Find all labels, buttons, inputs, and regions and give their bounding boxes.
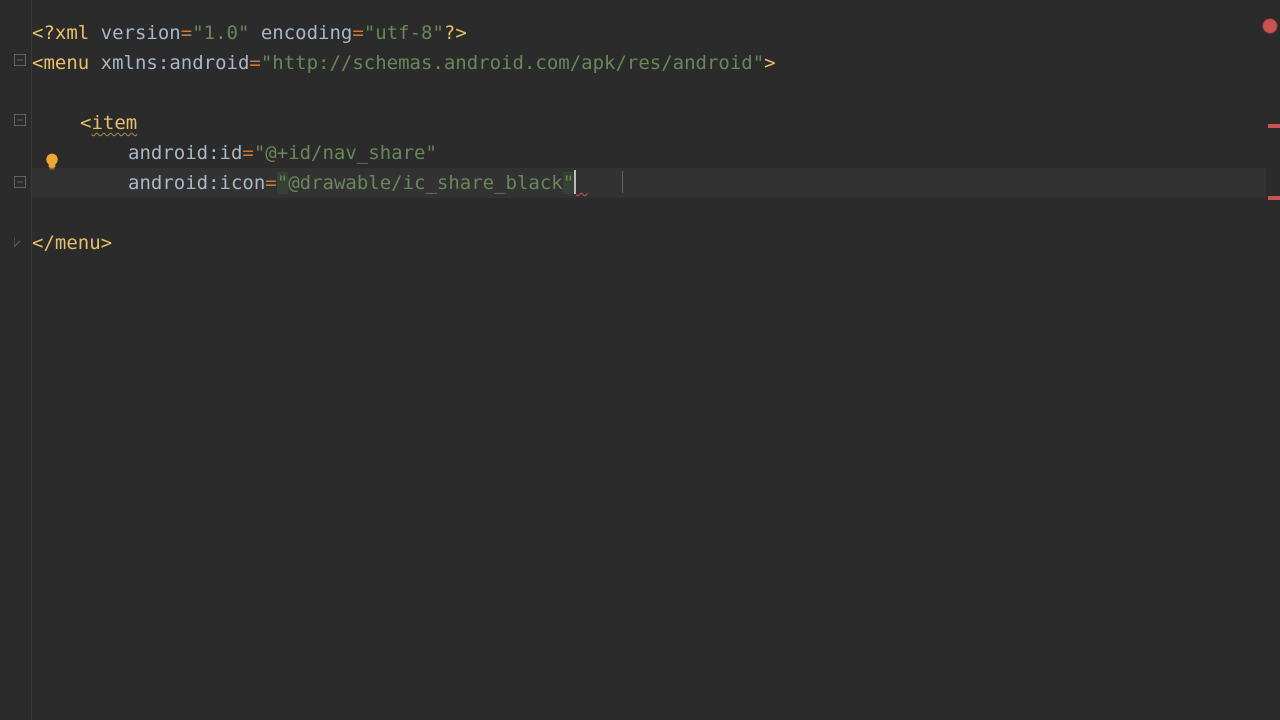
code-line[interactable]: <?xml version="1.0" encoding="utf-8"?> — [32, 18, 1280, 48]
code-line[interactable]: <item — [32, 108, 1280, 138]
equals-sign: = — [265, 172, 276, 194]
code-editor[interactable]: <?xml version="1.0" encoding="utf-8"?> <… — [0, 0, 1280, 720]
fold-icon[interactable] — [14, 176, 26, 188]
bulb-icon[interactable] — [42, 152, 60, 170]
code-line-current[interactable]: android:icon="@drawable/ic_share_black" — [32, 168, 1280, 198]
attr-name: id — [220, 142, 243, 164]
attr-name: android — [169, 52, 249, 74]
equals-sign: = — [181, 22, 192, 44]
secondary-caret — [622, 171, 623, 193]
xml-decl-close: ?> — [444, 22, 467, 44]
tag-name: item — [91, 112, 137, 134]
attr-name: version — [101, 22, 181, 44]
fold-end-icon[interactable] — [14, 237, 26, 249]
code-area[interactable]: <?xml version="1.0" encoding="utf-8"?> <… — [32, 0, 1280, 720]
attr-value: "@+id/nav_share" — [254, 142, 437, 164]
attr-namespace: android: — [128, 172, 220, 194]
tag-name: menu — [43, 52, 89, 74]
fold-icon[interactable] — [14, 114, 26, 126]
equals-sign: = — [352, 22, 363, 44]
tag-name: menu — [55, 232, 101, 254]
attr-name: icon — [220, 172, 266, 194]
tag-close: > — [764, 52, 775, 74]
attr-value: "http://schemas.android.com/apk/res/andr… — [261, 52, 764, 74]
fold-icon[interactable] — [14, 54, 26, 66]
attr-quote: " — [277, 172, 288, 194]
equals-sign: = — [249, 52, 260, 74]
attr-namespace: xmlns: — [101, 52, 170, 74]
code-line[interactable]: <menu xmlns:android="http://schemas.andr… — [32, 48, 1280, 78]
xml-decl-name: xml — [55, 22, 89, 44]
gutter — [0, 0, 32, 720]
xml-decl-open: <? — [32, 22, 55, 44]
attr-quote: " — [563, 172, 574, 194]
attr-value: "1.0" — [192, 22, 249, 44]
tag-open: < — [80, 112, 91, 134]
code-line[interactable] — [32, 78, 1280, 108]
attr-name: encoding — [261, 22, 353, 44]
marker-strip — [1266, 0, 1280, 720]
attr-value: @drawable/ic_share_black — [288, 172, 563, 194]
attr-value: "utf-8" — [364, 22, 444, 44]
error-marker[interactable] — [1268, 196, 1280, 200]
equals-sign: = — [242, 142, 253, 164]
attr-namespace: android: — [128, 142, 220, 164]
error-indicator-icon[interactable] — [1262, 18, 1278, 34]
code-line[interactable] — [32, 198, 1280, 228]
error-squiggle — [576, 172, 587, 194]
tag-open: </ — [32, 232, 55, 254]
code-line[interactable]: android:id="@+id/nav_share" — [32, 138, 1280, 168]
code-line[interactable]: </menu> — [32, 228, 1280, 258]
error-marker[interactable] — [1268, 124, 1280, 128]
tag-open: < — [32, 52, 43, 74]
tag-close: > — [101, 232, 112, 254]
